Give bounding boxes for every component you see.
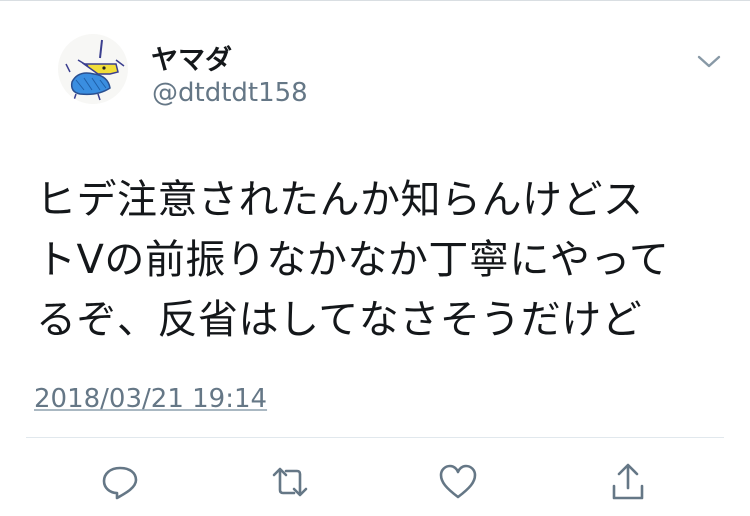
like-button[interactable] — [438, 462, 478, 502]
username[interactable]: @dtdtdt158 — [152, 78, 308, 108]
share-button[interactable] — [608, 462, 648, 502]
display-name[interactable]: ヤマダ — [151, 38, 232, 77]
chevron-down-icon — [697, 55, 721, 68]
retweet-icon — [272, 467, 308, 497]
reply-icon — [102, 466, 138, 500]
tweet-text: ヒデ注意されたんか知らんけどス トVの前振りなかなか丁寧にやって るぞ、反省はし… — [36, 177, 670, 343]
top-border — [0, 0, 750, 1]
more-menu-button[interactable] — [694, 46, 724, 76]
share-icon — [612, 463, 644, 500]
avatar[interactable] — [58, 34, 128, 104]
like-icon — [439, 464, 477, 499]
reply-button[interactable] — [100, 462, 140, 502]
retweet-button[interactable] — [270, 462, 310, 502]
drawn-creature-avatar-icon — [65, 39, 125, 101]
divider — [26, 437, 724, 438]
tweet-timestamp[interactable]: 2018/03/21 19:14 — [34, 384, 267, 414]
